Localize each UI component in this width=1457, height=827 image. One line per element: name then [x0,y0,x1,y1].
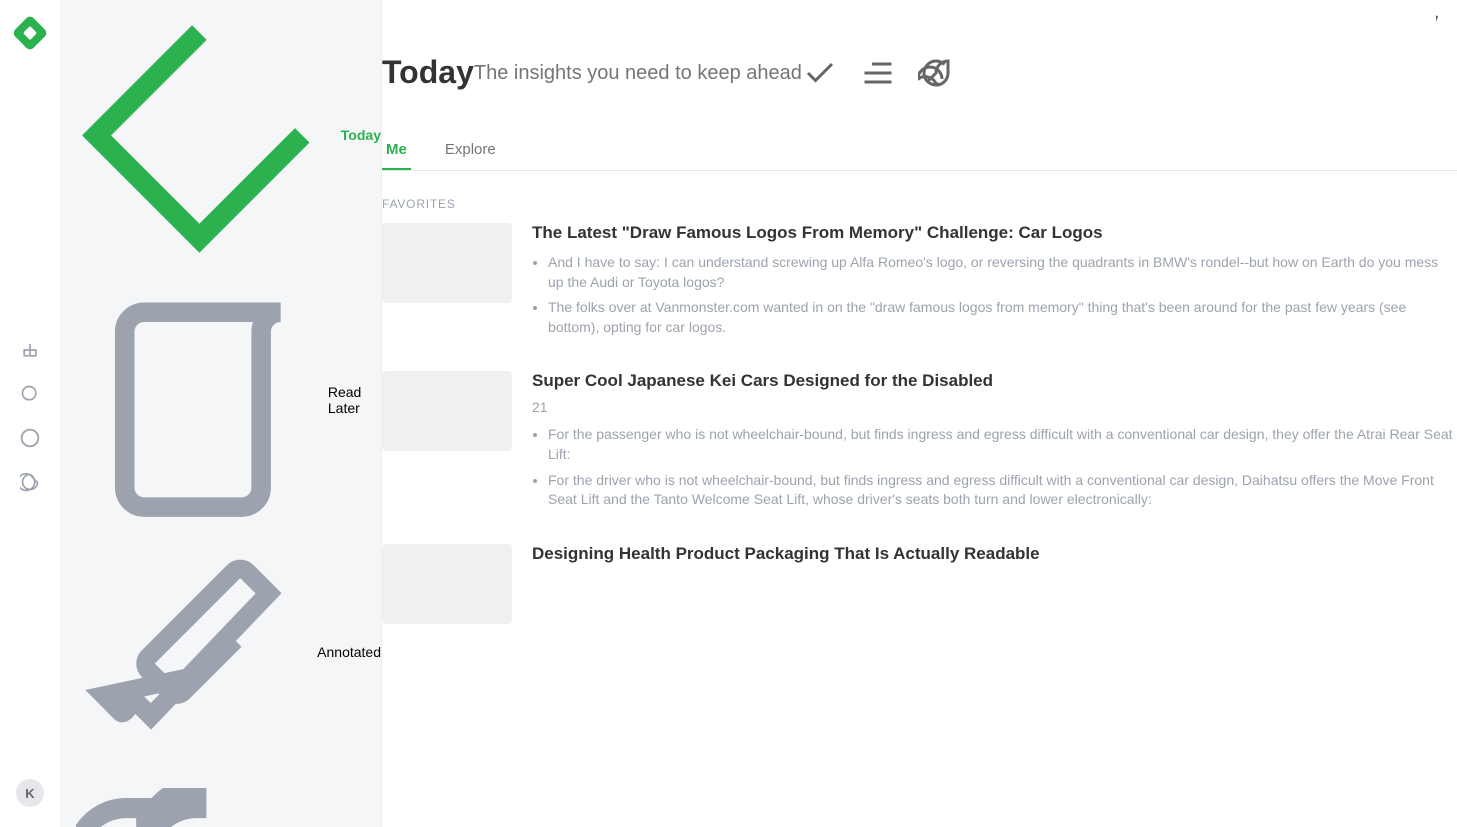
page-title: Today [382,54,474,91]
sidebar: Today Read Later Annotated Train Leo All… [60,0,382,827]
page-header: Today The insights you need to keep ahea… [382,54,1457,91]
article-1-bullet-1: And I have to say: I can understand scre… [548,253,1457,292]
user-avatar[interactable]: K [16,779,44,807]
page-subtitle: The insights you need to keep ahead [474,62,802,85]
article-2-engagement: 21 [532,399,548,415]
annotated-label: Annotated [317,644,381,660]
theme-button[interactable] [10,462,50,502]
sidebar-item-annotated[interactable]: Annotated [60,529,381,776]
check-icon [802,55,838,91]
article-1-bullet-2: The folks over at Vanmonster.com wanted … [548,298,1457,337]
sidebar-item-today[interactable]: Today [60,0,381,271]
read-later-label: Read Later [328,384,381,416]
article-2-bullet-2: For the driver who is not wheelchair-bou… [548,471,1457,510]
article-3-thumb [382,544,512,624]
article-2-bullet-1: For the passenger who is not wheelchair-… [548,425,1457,464]
tab-me[interactable]: Me [382,131,411,170]
refresh-button[interactable] [918,55,954,91]
article-list: The Latest "Draw Famous Logos From Memor… [382,223,1457,624]
app-logo-icon[interactable] [12,15,49,52]
article-2[interactable]: Super Cool Japanese Kei Cars Designed fo… [382,371,1457,515]
favorites-section-label: FAVORITES [382,197,1457,211]
article-1[interactable]: The Latest "Draw Famous Logos From Memor… [382,223,1457,343]
mark-read-button[interactable] [802,55,838,91]
main-content: Today The insights you need to keep ahea… [382,0,1457,827]
app-rail: K [0,0,60,827]
today-label: Today [341,127,381,143]
sidebar-item-train-leo[interactable]: Train Leo [60,776,381,827]
refresh-icon [918,55,954,91]
sidebar-item-read-later[interactable]: Read Later [60,271,381,529]
tab-explore[interactable]: Explore [441,131,500,170]
article-2-meta: 21 [532,399,1457,415]
content-tabs: Me Explore [382,131,1457,171]
article-1-thumb [382,223,512,303]
article-2-content: Super Cool Japanese Kei Cars Designed fo… [532,371,1457,515]
article-2-title[interactable]: Super Cool Japanese Kei Cars Designed fo… [532,371,1457,391]
article-3[interactable]: Designing Health Product Packaging That … [382,544,1457,624]
search-button[interactable] [10,374,50,414]
article-3-content: Designing Health Product Packaging That … [532,544,1457,624]
list-icon [860,55,896,91]
article-1-title[interactable]: The Latest "Draw Famous Logos From Memor… [532,223,1457,243]
article-1-bullets: And I have to say: I can understand scre… [532,253,1457,337]
article-3-title[interactable]: Designing Health Product Packaging That … [532,544,1457,564]
article-2-bullets: For the passenger who is not wheelchair-… [532,425,1457,509]
article-1-content: The Latest "Draw Famous Logos From Memor… [532,223,1457,343]
article-2-thumb [382,371,512,451]
help-button[interactable] [10,418,50,458]
sparkle-1 [445,261,449,265]
header-actions [802,55,954,91]
list-view-button[interactable] [860,55,896,91]
add-button[interactable] [10,330,50,370]
